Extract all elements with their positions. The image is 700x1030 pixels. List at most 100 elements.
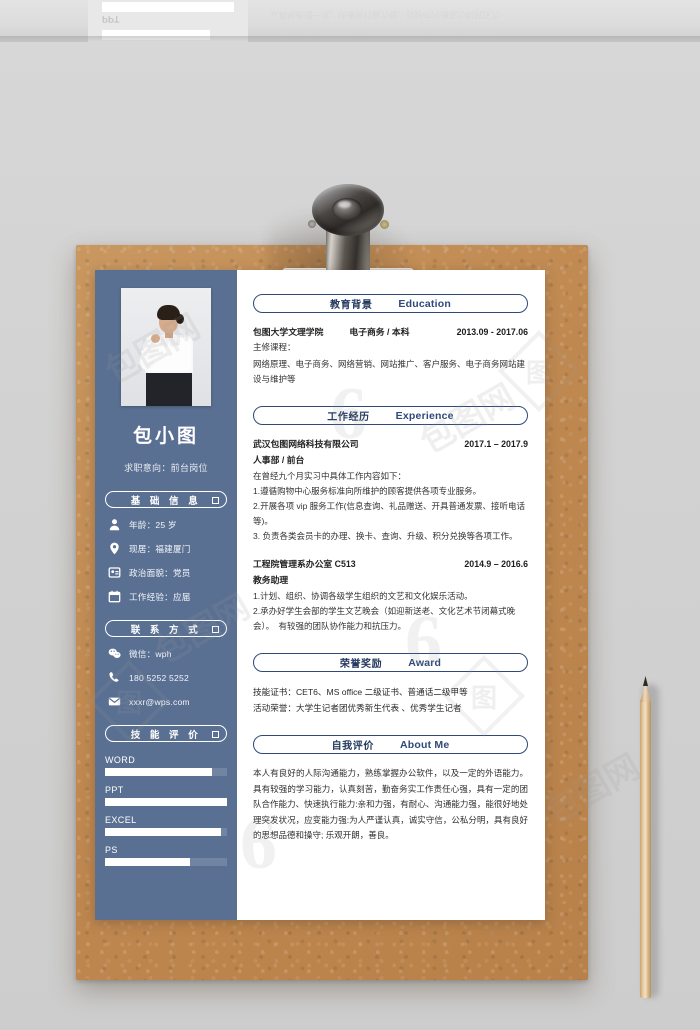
candidate-name: 包小图 [132, 426, 199, 447]
square-icon [212, 625, 219, 633]
mirrored-reflection-strip: PPT 的第一印象，要有耐心沟通能力强，能很好地处理突发状况， 认真地处理一次，… [0, 0, 700, 42]
person-icon [108, 518, 121, 531]
list-item: 180 5252 5252 [108, 671, 227, 684]
phone-icon [108, 671, 121, 684]
skill-bar-track [105, 768, 227, 776]
square-icon [212, 730, 219, 738]
experience-entry: 工程院管理系办公室 C513 2014.9 – 2016.6 教务助理 1.计划… [253, 557, 528, 634]
skill-bar-track [105, 828, 227, 836]
reflected-text-block: 的第一印象，要有耐心沟通能力强，能很好地处理突发状况， 认真地处理一次，快速执行… [270, 2, 650, 40]
section-header-education: 教育背景 Education [253, 294, 528, 313]
list-item: 政治面貌：党员 [108, 566, 227, 579]
list-item-label: 微信：wph [129, 648, 172, 659]
experience-entry: 武汉包图网络科技有限公司 2017.1 – 2017.9 人事部 / 前台 在曾… [253, 437, 528, 544]
section-title-en: Education [398, 297, 451, 310]
list-item-label: xxxr@wps.com [129, 696, 190, 707]
school-name: 包图大学文理学院 [253, 327, 324, 337]
job-heading-row: 武汉包图网络科技有限公司 2017.1 – 2017.9 [253, 437, 528, 450]
resume-main-column: 教育背景 Education 包图大学文理学院 电子商务 / 本科 2013.0… [237, 270, 545, 920]
award-line: 技能证书：CET6、MS office 二级证书、普通话二级甲等 [253, 687, 468, 697]
skill-bar-fill [105, 768, 213, 776]
list-item-label: 现居：福建厦门 [129, 543, 191, 554]
wechat-icon [108, 647, 121, 660]
list-item: PPT [105, 785, 227, 806]
skill-label: PPT [105, 785, 124, 795]
pencil-graphite-tip [643, 676, 648, 686]
basic-info-list: 年龄：25 岁 现居：福建厦门 政治面貌：党员 工作经验：应届 [105, 518, 227, 603]
skill-bar-fill [105, 858, 191, 866]
list-item: EXCEL [105, 815, 227, 836]
section-header-award: 荣誉奖励 Award [253, 653, 528, 672]
section-header-about-me: 自我评价 About Me [253, 735, 528, 754]
job-role: 人事部 / 前台 [253, 455, 305, 465]
list-item-label: 年龄：25 岁 [129, 519, 177, 530]
job-role: 教务助理 [253, 575, 289, 585]
award-list: 技能证书：CET6、MS office 二级证书、普通话二级甲等 活动荣誉：大学… [253, 684, 528, 716]
job-intro: 在曾经九个月实习中具体工作内容如下： [253, 471, 407, 481]
sidebar-section-header-contact: 联 系 方 式 [105, 620, 227, 637]
list-item-label: 政治面貌：党员 [129, 567, 191, 578]
contact-list: 微信：wph 180 5252 5252 xxxr@wps.com [105, 647, 227, 708]
skill-bar-track [105, 798, 227, 806]
list-item: PS [105, 845, 227, 866]
job-bullet: 2.承办好学生会部的学生文艺晚会（如迎新送老、文化艺术节闭幕式晚会）。 有较强的… [253, 606, 516, 631]
award-line: 活动荣誉：大学生记者团优秀新生代表 、优秀学生记者 [253, 703, 462, 713]
list-item-label: 工作经验：应届 [129, 591, 191, 602]
job-intent: 求职意向：前台岗位 [124, 463, 208, 473]
list-item-label: 180 5252 5252 [129, 672, 189, 683]
skill-bar-fill [105, 828, 221, 836]
id-card-icon [108, 566, 121, 579]
square-icon [212, 496, 219, 504]
skill-bar-track [105, 858, 227, 866]
section-header-experience: 工作经历 Experience [253, 406, 528, 425]
list-item: 年龄：25 岁 [108, 518, 227, 531]
courses-label: 主修课程： [253, 342, 296, 352]
photo-hand [151, 334, 160, 343]
education-entry: 包图大学文理学院 电子商务 / 本科 2013.09 - 2017.06 主修课… [253, 325, 528, 387]
location-icon [108, 542, 121, 555]
section-title-en: Experience [395, 409, 454, 422]
reflected-text-line: 认真地处理一次，快速执行能力强，良好的沟通能力和抗压力 [270, 10, 500, 20]
clip-knob [312, 184, 384, 236]
section-title: 技 能 评 价 [130, 729, 202, 741]
skill-rating-list: WORD PPT EXCEL PS [105, 755, 227, 866]
clip-knob-highlight [338, 201, 351, 208]
reflected-bar [102, 2, 234, 12]
major-degree: 电子商务 / 本科 [349, 327, 410, 337]
job-bullet: 1.遵循购物中心服务标准向所维护的顾客提供各项专业服务。 [253, 486, 482, 496]
resume-sidebar: 包小图 求职意向：前台岗位 基 础 信 息 年龄：25 岁 现居：福建厦门 政治… [95, 270, 237, 920]
photo-hair-bun [176, 314, 184, 324]
section-title: 基 础 信 息 [130, 495, 202, 507]
company-name: 武汉包图网络科技有限公司 [253, 439, 359, 449]
list-item: 工作经验：应届 [108, 590, 227, 603]
reflected-label: PPT [102, 14, 120, 24]
sidebar-section-header-basic-info: 基 础 信 息 [105, 491, 227, 508]
job-date: 2014.9 – 2016.6 [464, 559, 528, 569]
job-bullet: 2.开展各项 vip 服务工作(信息查询、礼品赠送、开具普通发票、接听电话等)。 [253, 501, 526, 526]
photo-skirt [146, 370, 192, 406]
about-me-text: 本人有良好的人际沟通能力，熟练掌握办公软件，以及一定的外语能力。具有较强的学习能… [253, 768, 528, 840]
desk-surface: 包小图 求职意向：前台岗位 基 础 信 息 年龄：25 岁 现居：福建厦门 政治… [0, 42, 700, 1030]
mail-icon [108, 695, 121, 708]
sidebar-section-header-skills: 技 能 评 价 [105, 725, 227, 742]
section-title-cn: 荣誉奖励 [339, 659, 383, 670]
section-title-en: About Me [399, 738, 450, 751]
section-title-en: Award [408, 656, 442, 669]
section-title: 联 系 方 式 [130, 624, 202, 636]
job-bullet: 3. 负责各类会员卡的办理、换卡、查询、升级、积分兑换等各项工作。 [253, 531, 518, 541]
pencil[interactable] [640, 676, 659, 998]
education-date: 2013.09 - 2017.06 [456, 327, 528, 337]
resume-document: 包小图 求职意向：前台岗位 基 础 信 息 年龄：25 岁 现居：福建厦门 政治… [95, 270, 545, 920]
skill-label: PS [105, 845, 118, 855]
list-item: WORD [105, 755, 227, 776]
courses-text: 网络原理、电子商务、网络营销、网站推广、客户服务、电子商务网站建设与维护等 [253, 359, 526, 384]
skill-bar-fill [105, 798, 227, 806]
list-item: 现居：福建厦门 [108, 542, 227, 555]
section-title-cn: 教育背景 [330, 300, 373, 311]
list-item: xxxr@wps.com [108, 695, 227, 708]
clip-screw-left [308, 220, 316, 228]
company-name: 工程院管理系办公室 C513 [253, 559, 356, 569]
pencil-body [640, 701, 651, 998]
job-date: 2017.1 – 2017.9 [464, 439, 528, 449]
